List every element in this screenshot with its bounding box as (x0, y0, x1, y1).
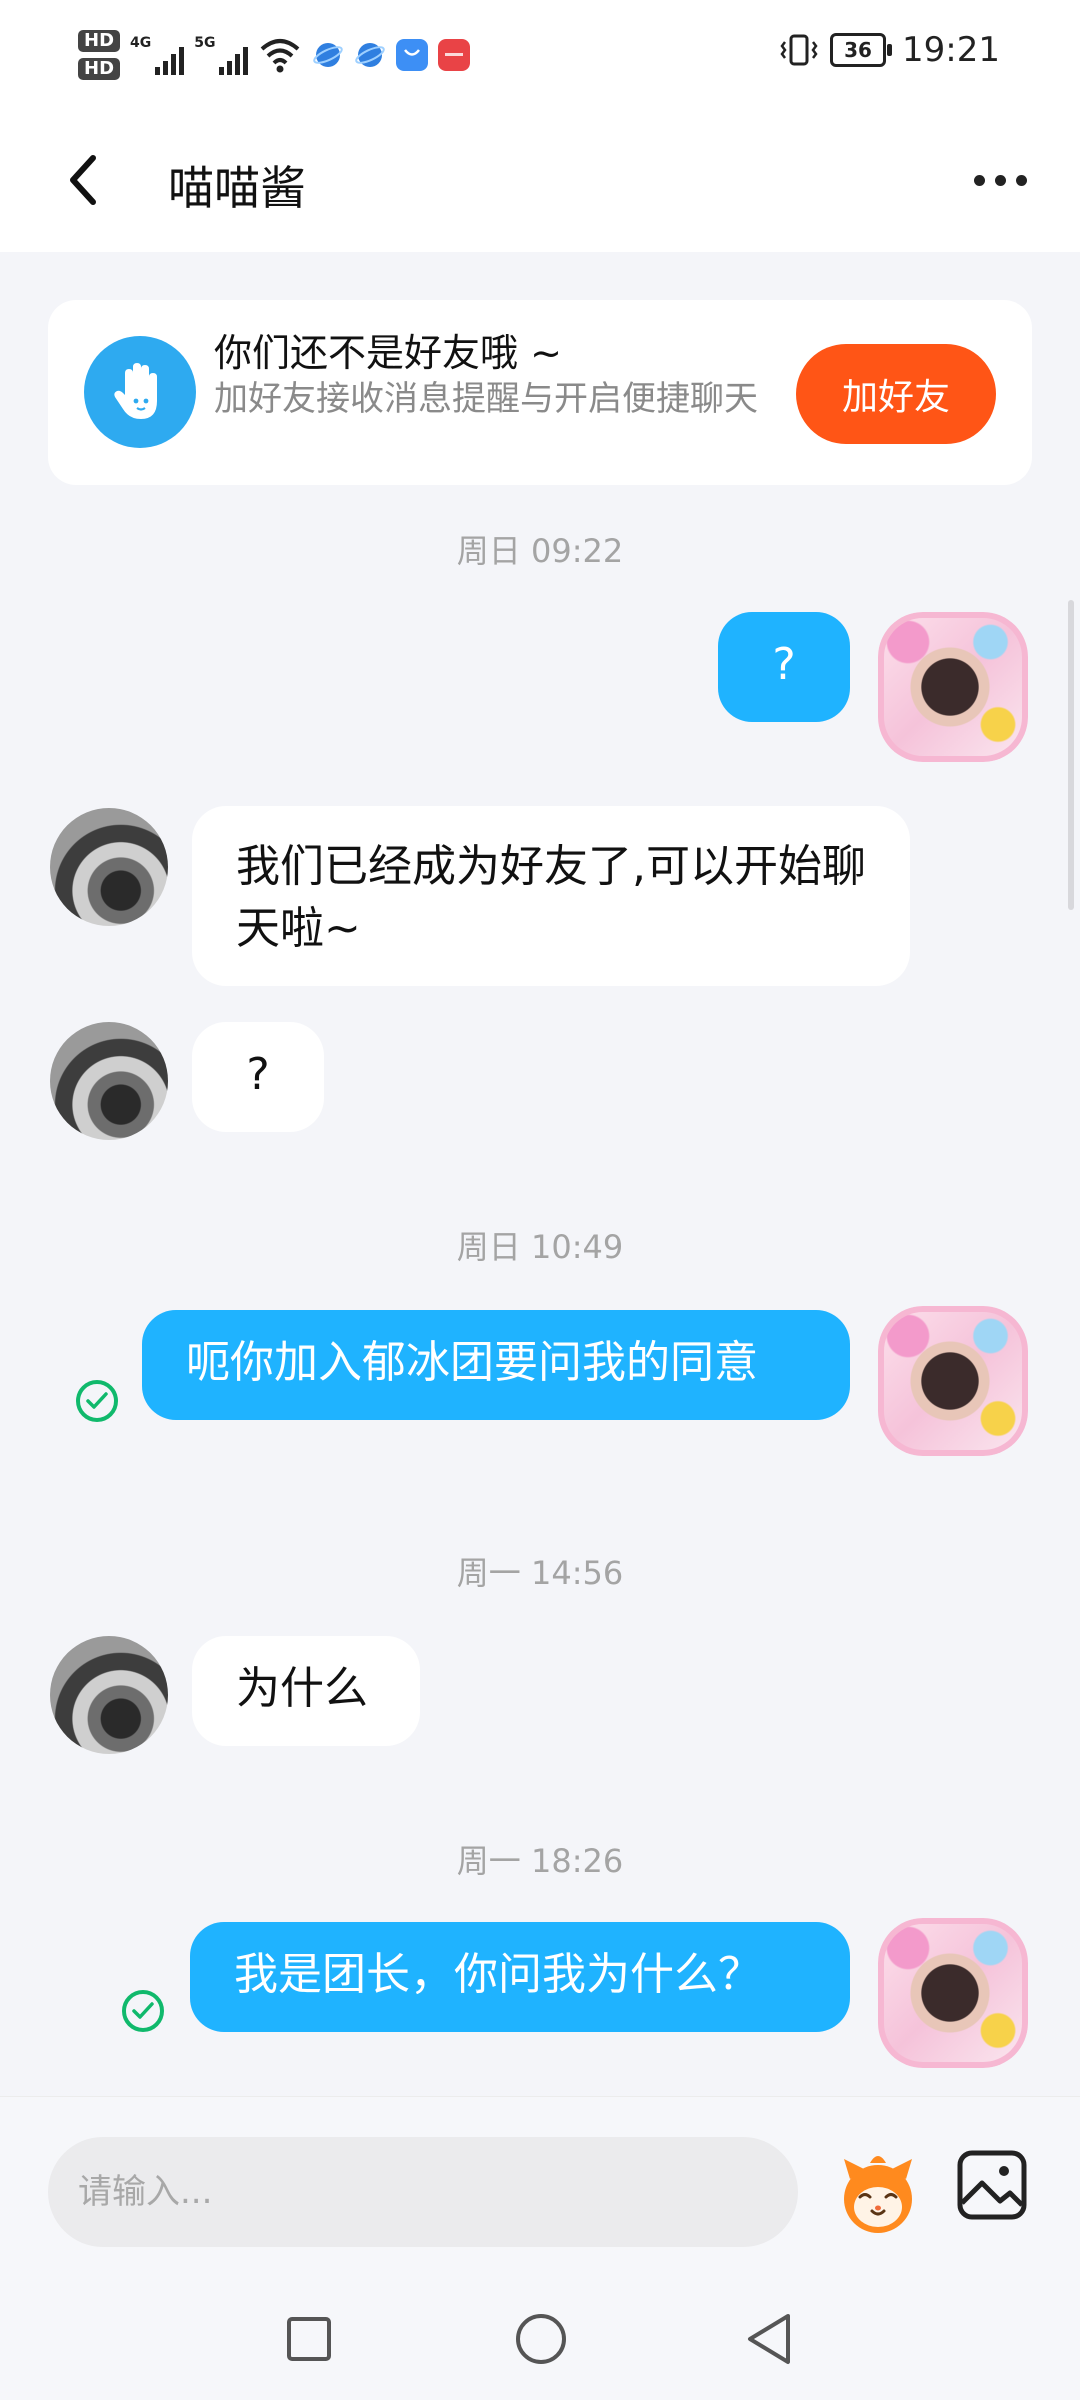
timestamp: 周一 18:26 (456, 1842, 624, 1880)
my-avatar[interactable] (878, 612, 1028, 762)
more-dot-icon (1015, 174, 1027, 186)
signal-bars-icon (155, 45, 185, 75)
more-options-button[interactable] (960, 150, 1040, 210)
wave-hand-icon (84, 336, 196, 448)
contact-avatar[interactable] (50, 1022, 168, 1140)
huawei-icon (438, 39, 471, 71)
browser-icon (313, 43, 344, 67)
add-friend-button[interactable]: 加好友 (796, 344, 996, 444)
hd-badge-2: HD (78, 58, 121, 80)
banner-title: 你们还不是好友哦 ~ (214, 331, 562, 375)
chevron-left-icon (70, 155, 96, 205)
signal-4g: 4G (130, 35, 185, 75)
hd-indicators: HD HD (78, 30, 121, 80)
incoming-message[interactable]: ? (192, 1022, 324, 1132)
system-nav-bar (0, 2276, 1080, 2400)
network-type-label: 4G (130, 35, 152, 51)
outgoing-message[interactable]: 呃你加入郁冰团要问我的同意 (142, 1310, 850, 1420)
more-dot-icon (973, 174, 985, 186)
store-icon (396, 39, 429, 71)
hd-badge-1: HD (78, 30, 121, 52)
battery-level: 36 (844, 38, 872, 62)
recents-button[interactable] (274, 2304, 344, 2374)
network-type-label: 5G (194, 35, 216, 51)
back-nav-button[interactable] (734, 2304, 804, 2374)
read-check-icon (122, 1990, 164, 2032)
my-avatar[interactable] (878, 1918, 1028, 2068)
input-bar (0, 2096, 1080, 2277)
signal-bars-icon (219, 45, 249, 75)
chat-header: 喵喵酱 (0, 110, 1080, 252)
circle-icon (516, 2314, 566, 2364)
contact-avatar[interactable] (50, 1636, 168, 1754)
scrollbar[interactable] (1068, 600, 1074, 910)
read-check-icon (76, 1380, 118, 1422)
outgoing-message[interactable]: 我是团长，你问我为什么？ (190, 1922, 850, 2032)
signal-5g: 5G (194, 35, 249, 75)
contact-avatar[interactable] (50, 808, 168, 926)
more-dot-icon (994, 174, 1006, 186)
battery-icon: 36 (830, 33, 893, 67)
add-friend-banner: 你们还不是好友哦 ~ 加好友接收消息提醒与开启便捷聊天 加好友 (48, 300, 1032, 485)
incoming-message[interactable]: 为什么 (192, 1636, 420, 1746)
timestamp: 周日 10:49 (456, 1228, 624, 1266)
timestamp: 周日 09:22 (456, 532, 624, 570)
outgoing-message[interactable]: ? (718, 612, 850, 722)
my-avatar[interactable] (878, 1306, 1028, 1456)
browser-icon (355, 43, 386, 67)
triangle-back-icon (748, 2314, 790, 2364)
message-input[interactable] (48, 2137, 798, 2247)
banner-subtitle: 加好友接收消息提醒与开启便捷聊天 (214, 379, 758, 419)
square-icon (287, 2317, 331, 2361)
wifi-icon (261, 39, 300, 73)
home-button[interactable] (506, 2304, 576, 2374)
vibrate-icon (780, 34, 818, 66)
chat-title: 喵喵酱 (168, 161, 306, 215)
timestamp: 周一 14:56 (456, 1554, 624, 1592)
status-bar-left: HD HD 4G 5G (78, 22, 471, 88)
status-time: 19:21 (902, 30, 1000, 70)
status-bar-right: 36 19:21 (778, 30, 1000, 70)
incoming-message[interactable]: 我们已经成为好友了,可以开始聊天啦~ (192, 806, 910, 986)
image-icon[interactable] (956, 2149, 1028, 2221)
emoji-icon[interactable] (830, 2145, 926, 2241)
back-button[interactable] (48, 140, 118, 220)
status-bar: HD HD 4G 5G 36 19:21 (0, 0, 1080, 110)
